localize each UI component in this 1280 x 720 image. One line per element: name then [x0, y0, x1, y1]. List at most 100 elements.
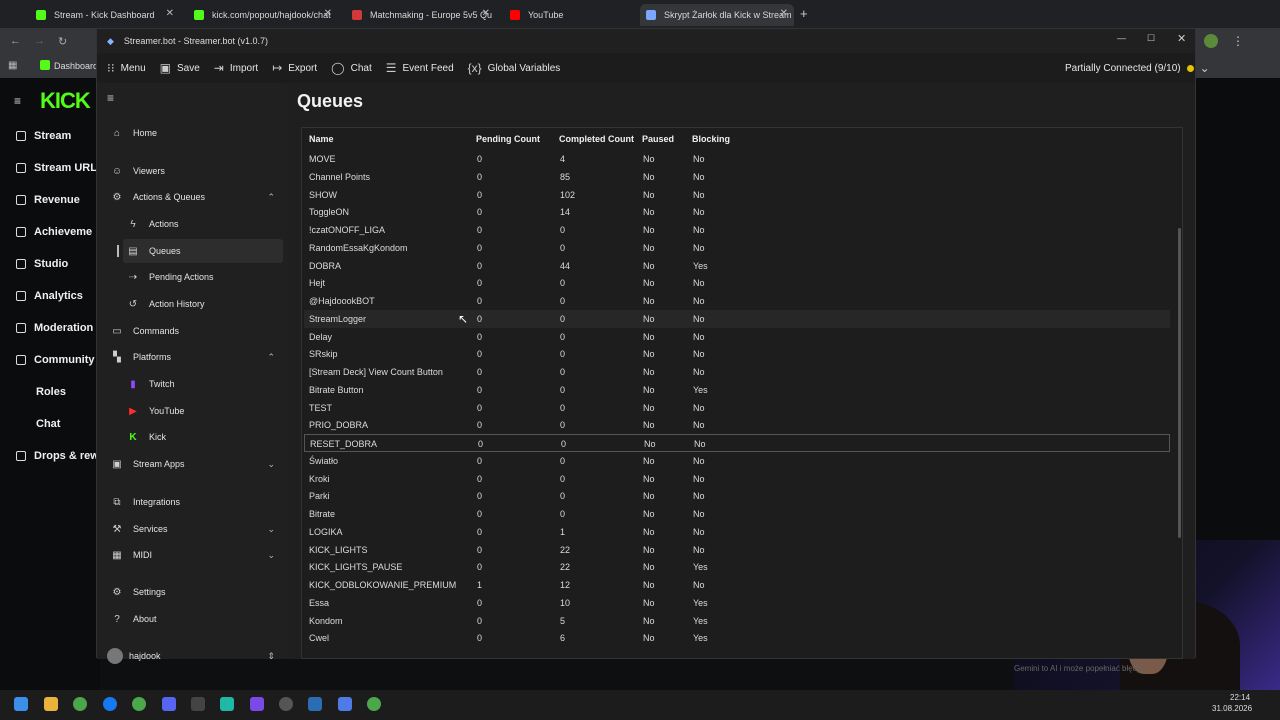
sidebar-item-actions-queues[interactable]: ⚙ Actions & Queues ⌃: [107, 185, 283, 209]
table-row[interactable]: [Stream Deck] View Count Button 0 0 No No: [304, 363, 1170, 381]
sidebar-item-platforms[interactable]: ▚ Platforms ⌃: [107, 345, 283, 369]
sidebar-item-kick[interactable]: K Kick: [123, 425, 283, 449]
save-button[interactable]: ▣ Save: [160, 61, 200, 75]
global-variables-button[interactable]: {x} Global Variables: [468, 61, 561, 75]
event-feed-button[interactable]: ☰ Event Feed: [386, 61, 454, 75]
export-button[interactable]: ↦ Export: [272, 61, 317, 75]
table-row[interactable]: KICK_LIGHTS 0 22 No No: [304, 541, 1170, 559]
new-tab-button[interactable]: +: [800, 6, 808, 21]
table-row[interactable]: !czatONOFF_LIGA 0 0 No No: [304, 221, 1170, 239]
sidebar-item-settings[interactable]: ⚙ Settings: [107, 580, 283, 604]
sidebar-item-twitch[interactable]: ▮ Twitch: [123, 372, 283, 396]
kick-nav-chat[interactable]: Chat: [36, 418, 60, 430]
sidebar-item-integrations[interactable]: ⧉ Integrations: [107, 490, 283, 514]
maximize-button[interactable]: ☐: [1147, 33, 1155, 44]
sidebar-item-services[interactable]: ⚒ Services ⌄: [107, 517, 283, 541]
table-row[interactable]: KICK_ODBLOKOWANIE_PREMIUM 1 12 No No: [304, 576, 1170, 594]
sidebar-item-youtube[interactable]: ▶ YouTube: [123, 399, 283, 423]
app-icon[interactable]: [250, 697, 264, 711]
kick-nav-stream[interactable]: Stream: [16, 130, 71, 142]
avatar[interactable]: [1204, 34, 1218, 48]
scrollbar[interactable]: [1178, 228, 1181, 538]
table-row[interactable]: SHOW 0 102 No No: [304, 186, 1170, 204]
user-profile[interactable]: hajdook ⇕: [107, 644, 283, 668]
column-header-blocking[interactable]: Blocking: [692, 128, 730, 150]
kick-nav-community[interactable]: Community: [16, 354, 95, 366]
table-row[interactable]: RandomEssaKgKondom 0 0 No No: [304, 239, 1170, 257]
table-row[interactable]: LOGIKA 0 1 No No: [304, 523, 1170, 541]
sidebar-item-midi[interactable]: ▦ MIDI ⌄: [107, 543, 283, 567]
column-header-paused[interactable]: Paused: [642, 128, 674, 150]
table-row[interactable]: TEST 0 0 No No: [304, 399, 1170, 417]
table-row[interactable]: @HajdoookBOT 0 0 No No: [304, 292, 1170, 310]
table-row[interactable]: Światło 0 0 No No: [304, 452, 1170, 470]
kick-nav-analytics[interactable]: Analytics: [16, 290, 83, 302]
table-row[interactable]: Kroki 0 0 No No: [304, 470, 1170, 488]
app-icon[interactable]: [220, 697, 234, 711]
windows-start-icon[interactable]: [14, 697, 28, 711]
kick-nav-revenue[interactable]: Revenue: [16, 194, 80, 206]
column-header-name[interactable]: Name: [309, 128, 334, 150]
app-icon[interactable]: [191, 697, 205, 711]
collapse-menu-icon[interactable]: ≡: [107, 91, 114, 105]
kick-nav-achievements[interactable]: Achieveme: [16, 226, 92, 238]
sidebar-item-commands[interactable]: ▭ Commands: [107, 319, 283, 343]
kick-nav-stream-url[interactable]: Stream URL: [16, 162, 97, 174]
chat-button[interactable]: ◯ Chat: [331, 61, 372, 75]
sidebar-item-actions[interactable]: ϟ Actions: [123, 212, 283, 236]
table-row[interactable]: PRIO_DOBRA 0 0 No No: [304, 416, 1170, 434]
table-row[interactable]: Channel Points 0 85 No No: [304, 168, 1170, 186]
table-row[interactable]: Bitrate Button 0 0 No Yes: [304, 381, 1170, 399]
hamburger-icon[interactable]: ≡: [14, 94, 21, 108]
chrome-icon[interactable]: [132, 697, 146, 711]
browser-tab[interactable]: Matchmaking - Europe 5v5 Qu ✕: [346, 4, 496, 26]
menu-button[interactable]: ⁝⁝ Menu: [107, 61, 146, 75]
table-row[interactable]: MOVE 0 4 No No: [304, 150, 1170, 168]
table-row[interactable]: StreamLogger 0 0 No No: [304, 309, 1170, 328]
sidebar-item-pending-actions[interactable]: ⇢ Pending Actions: [123, 265, 283, 289]
connection-status[interactable]: Partially Connected (9/10) ⌄: [1065, 61, 1210, 75]
close-button[interactable]: ✕: [1177, 32, 1186, 45]
kick-nav-studio[interactable]: Studio: [16, 258, 68, 270]
minimize-button[interactable]: —: [1117, 33, 1126, 43]
apps-icon[interactable]: ▦: [8, 60, 17, 71]
back-icon[interactable]: ←: [10, 35, 21, 47]
browser-tab-active[interactable]: Skrypt Żarłok dla Kick w Stream ✕: [640, 4, 794, 26]
app-icon[interactable]: [279, 697, 293, 711]
sidebar-item-stream-apps[interactable]: ▣ Stream Apps ⌄: [107, 452, 283, 476]
import-button[interactable]: ⇥ Import: [214, 61, 258, 75]
sidebar-item-viewers[interactable]: ☺ Viewers: [107, 159, 283, 183]
table-row[interactable]: KICK_LIGHTS_PAUSE 0 22 No Yes: [304, 558, 1170, 576]
forward-icon[interactable]: →: [34, 35, 45, 47]
table-row[interactable]: Essa 0 10 No Yes: [304, 594, 1170, 612]
column-header-pending[interactable]: Pending Count: [476, 128, 540, 150]
sidebar-item-action-history[interactable]: ↺ Action History: [123, 292, 283, 316]
more-icon[interactable]: ⋮: [1232, 34, 1244, 48]
table-row[interactable]: Cwel 0 6 No Yes: [304, 629, 1170, 647]
streamerbot-icon[interactable]: [338, 697, 352, 711]
kick-nav-roles[interactable]: Roles: [36, 386, 66, 398]
browser-tab[interactable]: Stream - Kick Dashboard ✕: [30, 4, 180, 26]
streamdeck-icon[interactable]: [308, 697, 322, 711]
column-header-completed[interactable]: Completed Count: [559, 128, 634, 150]
table-row[interactable]: Bitrate 0 0 No No: [304, 505, 1170, 523]
table-row[interactable]: Delay 0 0 No No: [304, 328, 1170, 346]
file-explorer-icon[interactable]: [44, 697, 58, 711]
table-row[interactable]: DOBRA 0 44 No Yes: [304, 257, 1170, 275]
kick-nav-drops[interactable]: Drops & rew: [16, 450, 99, 462]
table-row[interactable]: Hejt 0 0 No No: [304, 274, 1170, 292]
bookmark-dashboard[interactable]: Dashboard: [54, 61, 98, 71]
sidebar-item-queues[interactable]: ▤ Queues: [117, 239, 283, 263]
sidebar-item-home[interactable]: ⌂ Home: [107, 121, 283, 145]
table-row[interactable]: ToggleON 0 14 No No: [304, 203, 1170, 221]
table-row[interactable]: Kondom 0 5 No Yes: [304, 612, 1170, 630]
kick-nav-moderation[interactable]: Moderation: [16, 322, 93, 334]
discord-icon[interactable]: [162, 697, 176, 711]
table-row[interactable]: RESET_DOBRA 0 0 No No: [304, 434, 1170, 452]
browser-tab[interactable]: YouTube: [504, 4, 604, 26]
table-row[interactable]: SRskip 0 0 No No: [304, 345, 1170, 363]
chrome-icon[interactable]: [367, 697, 381, 711]
reload-icon[interactable]: ↻: [58, 35, 67, 48]
sidebar-item-about[interactable]: ? About: [107, 607, 283, 631]
table-row[interactable]: Parki 0 0 No No: [304, 487, 1170, 505]
